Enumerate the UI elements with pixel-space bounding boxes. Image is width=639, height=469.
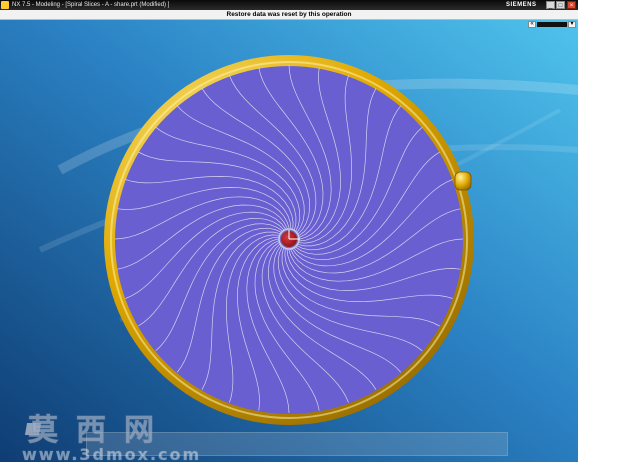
chevron-down-icon[interactable]: ▾ — [568, 21, 576, 28]
nx-app-icon[interactable] — [1, 1, 9, 9]
ring-seam — [454, 171, 472, 191]
status-message: Restore data was reset by this operation — [226, 11, 352, 18]
status-bar: Restore data was reset by this operation — [0, 10, 578, 20]
minimize-button[interactable]: _ — [546, 1, 555, 9]
siemens-brand-label: SIEMENS — [506, 2, 537, 8]
view-selector-field[interactable] — [537, 22, 567, 27]
maximize-button[interactable]: □ — [556, 1, 565, 9]
view-mini-toolbar: « ▾ — [528, 20, 576, 29]
close-button[interactable]: × — [567, 1, 576, 9]
faded-dialog-strip — [86, 432, 508, 456]
viewport-canvas[interactable] — [0, 20, 578, 462]
nx-application-window: NX 7.5 - Modeling - [Spiral Slices - A -… — [0, 0, 578, 462]
window-title: NX 7.5 - Modeling - [Spiral Slices - A -… — [12, 2, 170, 8]
title-bar[interactable]: NX 7.5 - Modeling - [Spiral Slices - A -… — [0, 0, 578, 10]
graphics-window[interactable] — [0, 20, 578, 462]
chevron-left-icon[interactable]: « — [528, 21, 536, 28]
